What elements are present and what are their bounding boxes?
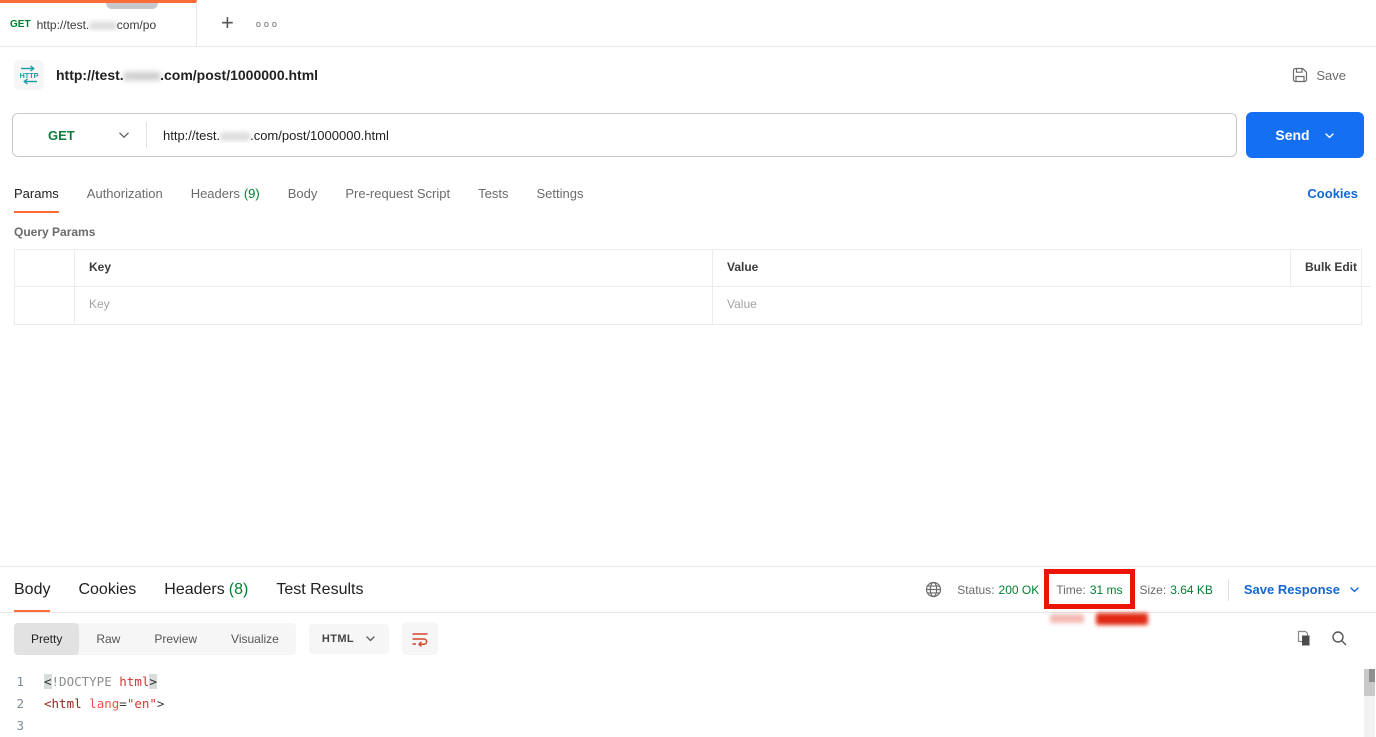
save-label: Save <box>1316 67 1346 83</box>
response-tabs: Body Cookies Headers (8) Test Results Sta… <box>0 567 1376 625</box>
headers-count-badge: (9) <box>243 185 260 201</box>
format-select[interactable]: HTML <box>308 623 390 654</box>
url-group: GET http://test.xxxxx.com/post/1000000.h… <box>12 113 1237 157</box>
size-badge[interactable]: Size: 3.64 KB <box>1140 583 1213 597</box>
request-tab[interactable]: GET http://test.xxxxxcom/po <box>0 0 197 46</box>
response-headers-count-badge: (8) <box>228 580 249 598</box>
response-section: Body Cookies Headers (8) Test Results Sta… <box>0 566 1376 737</box>
new-tab-button[interactable]: + <box>221 12 234 34</box>
key-column-header: Key <box>75 250 713 287</box>
method-select[interactable]: GET <box>13 128 146 143</box>
save-button[interactable]: Save <box>1292 67 1346 83</box>
bulk-edit-button[interactable]: Bulk Edit <box>1291 250 1372 287</box>
tab-headers[interactable]: Headers (9) <box>191 173 260 213</box>
code-line: 2 <html lang="en"> <box>0 693 1376 715</box>
row-select-cell[interactable] <box>15 287 75 324</box>
query-params-table: Key Value Bulk Edit Key Value <box>14 249 1372 325</box>
key-input[interactable]: Key <box>75 287 713 324</box>
request-title: http://test.xxxxx.com/post/1000000.html <box>56 67 319 83</box>
save-response-button[interactable]: Save Response <box>1244 582 1360 597</box>
wrap-lines-button[interactable] <box>402 622 439 655</box>
more-tabs-button[interactable]: ooo <box>256 17 280 29</box>
chevron-down-icon <box>119 132 129 139</box>
response-tab-test-results[interactable]: Test Results <box>276 567 363 612</box>
table-header-row: Key Value Bulk Edit <box>15 250 1372 287</box>
time-badge[interactable]: Time: 31 ms <box>1044 568 1149 625</box>
code-scrollbar[interactable] <box>1364 669 1375 737</box>
value-column-header: Value <box>713 250 1291 287</box>
value-input[interactable]: Value <box>713 287 1361 324</box>
tab-settings[interactable]: Settings <box>536 173 583 213</box>
response-tab-headers[interactable]: Headers (8) <box>164 567 248 612</box>
tab-body[interactable]: Body <box>288 173 318 213</box>
tab-url-label: http://test.xxxxxcom/po <box>36 17 157 32</box>
response-view-switcher: Pretty Raw Preview Visualize <box>14 622 296 655</box>
line-number: 2 <box>16 696 24 711</box>
view-visualize-button[interactable]: Visualize <box>214 623 296 655</box>
tab-authorization[interactable]: Authorization <box>87 173 163 213</box>
tab-params[interactable]: Params <box>14 173 59 213</box>
status-badge[interactable]: Status: 200 OK <box>957 583 1039 597</box>
send-button[interactable]: Send <box>1246 112 1364 158</box>
query-params-title: Query Params <box>14 225 96 239</box>
send-label: Send <box>1275 127 1310 143</box>
line-number: 1 <box>16 674 24 689</box>
chevron-down-icon <box>366 636 375 642</box>
tab-scroll-indicator <box>106 3 158 9</box>
code-line: 3 <box>0 715 1376 737</box>
line-number: 3 <box>16 718 24 733</box>
redacted-domain: xxxxx <box>220 127 251 143</box>
method-label: GET <box>48 127 75 143</box>
divider <box>1227 578 1229 601</box>
tab-bar: GET http://test.xxxxxcom/po + ooo <box>0 0 1376 47</box>
chevron-down-icon <box>1324 132 1334 138</box>
view-preview-button[interactable]: Preview <box>137 623 214 655</box>
tab-method-badge: GET <box>10 19 31 30</box>
copy-icon[interactable] <box>1296 630 1313 647</box>
save-icon <box>1292 67 1308 83</box>
select-column-header <box>15 250 75 287</box>
view-pretty-button[interactable]: Pretty <box>14 622 80 655</box>
url-row: GET http://test.xxxxx.com/post/1000000.h… <box>0 100 1376 173</box>
request-header: HTTP http://test.xxxxx.com/post/1000000.… <box>0 47 1376 100</box>
request-tabs: Params Authorization Headers (9) Body Pre… <box>0 173 1376 213</box>
tab-pre-request-script[interactable]: Pre-request Script <box>345 173 450 213</box>
redacted-domain: xxxxx <box>123 67 161 83</box>
response-tab-cookies[interactable]: Cookies <box>78 567 136 612</box>
globe-icon[interactable] <box>925 581 942 598</box>
response-body-code: 1 <!DOCTYPE html> 2 <html lang="en"> 3 <box>0 664 1376 737</box>
format-label: HTML <box>321 632 355 645</box>
response-meta: Status: 200 OK Time: 31 ms Size: 3.64 KB Sa… <box>925 567 1362 625</box>
workspace-empty-area <box>0 325 1376 566</box>
code-line: 1 <!DOCTYPE html> <box>0 671 1376 693</box>
wrap-lines-icon <box>412 632 428 647</box>
tab-tests[interactable]: Tests <box>478 173 508 213</box>
toolbar-right-icons <box>1296 630 1348 647</box>
response-toolbar: Pretty Raw Preview Visualize HTML <box>0 613 1376 664</box>
url-input[interactable]: http://test.xxxxx.com/post/1000000.html <box>147 128 1236 143</box>
view-raw-button[interactable]: Raw <box>79 623 137 655</box>
svg-text:HTTP: HTTP <box>20 71 39 80</box>
response-tab-body[interactable]: Body <box>14 567 51 612</box>
scrollbar-thumb[interactable] <box>1364 669 1375 696</box>
cookies-link[interactable]: Cookies <box>1307 186 1358 201</box>
search-icon[interactable] <box>1331 630 1348 647</box>
http-protocol-icon: HTTP <box>14 60 44 90</box>
redacted-domain: xxxxx <box>89 17 117 32</box>
table-row: Key Value <box>15 287 1361 324</box>
chevron-down-icon <box>1350 587 1359 593</box>
